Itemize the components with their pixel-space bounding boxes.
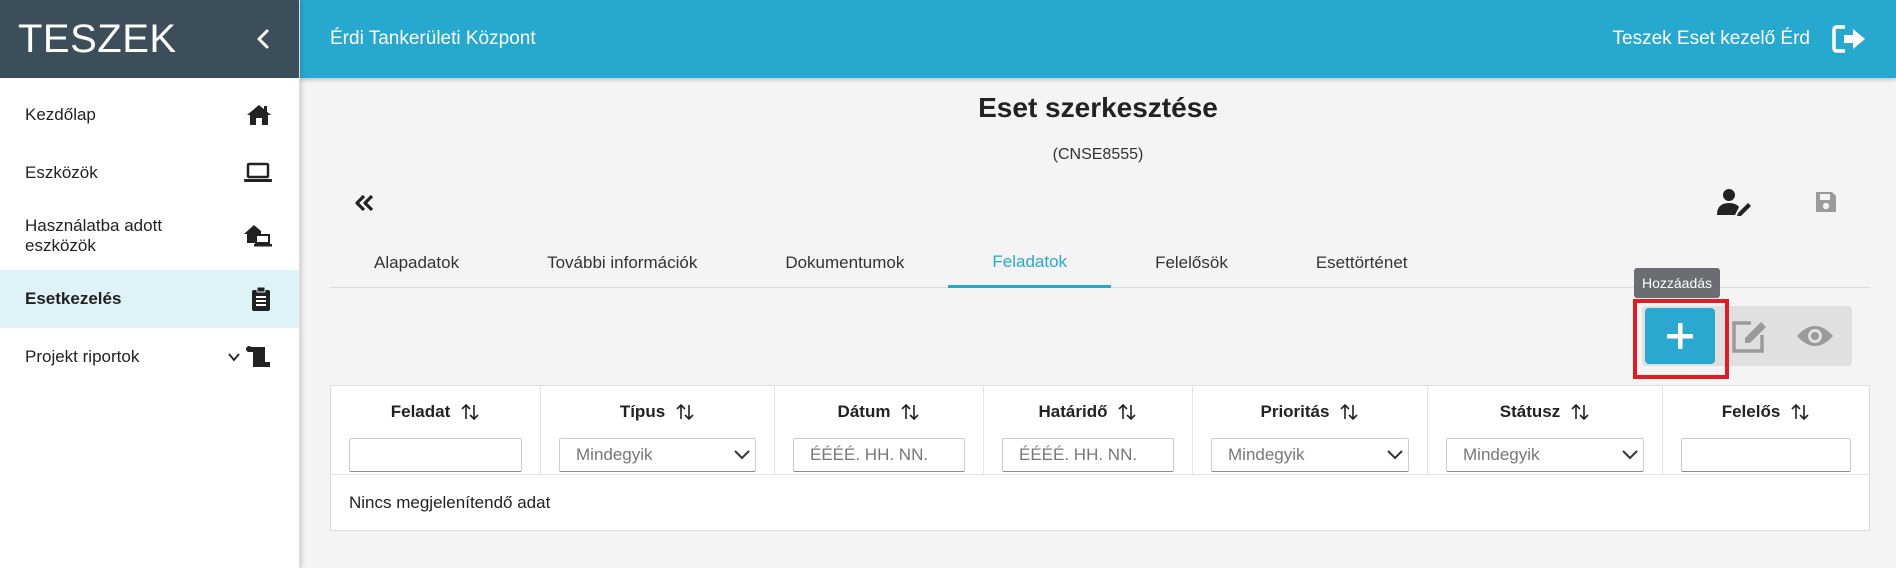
add-tooltip: Hozzáadás (1634, 268, 1721, 298)
select-value: Mindegyik (1463, 445, 1540, 464)
sidebar-item-eszkozok[interactable]: Eszközök (0, 144, 299, 202)
page-title: Eset szerkesztése (978, 92, 1218, 123)
column-header[interactable]: Prioritás (1211, 398, 1409, 426)
clipboard-icon (252, 286, 270, 311)
sort-icon[interactable] (900, 402, 920, 422)
main-content: Eset szerkesztése (CNSE8555) Alapadatok … (300, 78, 1896, 568)
add-button[interactable] (1645, 308, 1715, 364)
column-datum: Dátum ÉÉÉÉ. HH. NN. (775, 386, 984, 474)
column-feladat: Feladat (331, 386, 541, 474)
logout-icon (1832, 25, 1865, 53)
nav-right (227, 344, 273, 370)
column-prioritas: Prioritás Mindegyik (1193, 386, 1428, 474)
top-bar: Érdi Tankerületi Központ Teszek Eset kez… (300, 0, 1896, 78)
filter-tipus-select[interactable]: Mindegyik (559, 438, 756, 472)
column-statusz: Státusz Mindegyik (1428, 386, 1663, 474)
filter-prioritas-select[interactable]: Mindegyik (1211, 438, 1409, 472)
filter-felelos-input[interactable] (1681, 438, 1851, 472)
edit-button[interactable] (1726, 313, 1772, 359)
column-header[interactable]: Státusz (1446, 398, 1644, 426)
tab-tovabbi-informaciok[interactable]: További információk (503, 238, 741, 288)
filter-hatarido-input[interactable]: ÉÉÉÉ. HH. NN. (1002, 438, 1174, 472)
case-id: (CNSE8555) (1052, 146, 1144, 163)
column-title: Felelős (1721, 402, 1781, 421)
column-header[interactable]: Típus (559, 398, 756, 426)
user-name: Teszek Eset kezelő Érd (1612, 28, 1810, 49)
select-value: Mindegyik (1228, 445, 1305, 464)
chevron-down-icon (1622, 450, 1638, 460)
sidebar: TESZEK Kezdőlap Eszközök Használatba ado… (0, 0, 300, 568)
sort-icon[interactable] (1339, 402, 1359, 422)
chevron-down-icon (228, 353, 240, 362)
sidebar-nav: Kezdőlap Eszközök Használatba adott eszk… (0, 78, 299, 386)
eye-icon (1797, 326, 1833, 346)
brand-title: TESZEK (18, 16, 177, 61)
column-title: Dátum (837, 402, 891, 421)
collapse-sidebar-button[interactable] (245, 21, 281, 57)
home-icon (247, 105, 271, 125)
tasks-grid: Feladat Típus Mindegyik Dátum ÉÉÉÉ. HH. … (330, 385, 1870, 531)
sidebar-item-label: Használatba adott eszközök (25, 216, 163, 255)
filter-statusz-select[interactable]: Mindegyik (1446, 438, 1644, 472)
tab-feladatok[interactable]: Feladatok (948, 238, 1112, 288)
double-chevron-left-icon (355, 194, 374, 212)
grid-header-row: Feladat Típus Mindegyik Dátum ÉÉÉÉ. HH. … (331, 386, 1869, 475)
scroll-icon (246, 346, 270, 367)
sidebar-item-label: Eszközök (25, 163, 98, 182)
sidebar-item-label: Projekt riportok (25, 347, 140, 366)
view-button[interactable] (1792, 313, 1838, 359)
tab-alapadatok[interactable]: Alapadatok (330, 238, 503, 288)
organization-title: Érdi Tankerületi Központ (330, 28, 536, 49)
plus-icon (1667, 323, 1693, 349)
column-title: Státusz (1499, 402, 1561, 421)
sort-icon[interactable] (675, 402, 695, 422)
column-header[interactable]: Dátum (793, 398, 965, 426)
column-felelos: Felelős (1663, 386, 1869, 474)
filter-feladat-input[interactable] (349, 438, 522, 472)
column-header[interactable]: Feladat (349, 398, 522, 426)
assign-user-button[interactable] (1714, 184, 1754, 220)
brand-header: TESZEK (0, 0, 299, 78)
column-title: Prioritás (1260, 402, 1330, 421)
sort-icon[interactable] (1790, 402, 1810, 422)
laptop-icon (244, 162, 272, 182)
column-title: Határidő (1038, 402, 1108, 421)
select-value: Mindegyik (576, 445, 653, 464)
column-tipus: Típus Mindegyik (541, 386, 775, 474)
edit-icon (1732, 321, 1766, 353)
sidebar-item-projekt-riportok[interactable]: Projekt riportok (0, 328, 299, 386)
sidebar-item-kezdolap[interactable]: Kezdőlap (0, 86, 299, 144)
tab-dokumentumok[interactable]: Dokumentumok (741, 238, 948, 288)
sidebar-item-label: Kezdőlap (25, 105, 96, 124)
column-header[interactable]: Határidő (1002, 398, 1174, 426)
save-icon (1816, 192, 1836, 212)
chevron-left-icon (257, 29, 269, 49)
column-hatarido: Határidő ÉÉÉÉ. HH. NN. (984, 386, 1193, 474)
user-edit-icon (1717, 189, 1751, 216)
chevron-down-icon (1387, 450, 1403, 460)
sidebar-item-hasznalatba-adott[interactable]: Használatba adott eszközök (0, 202, 299, 270)
save-button[interactable] (1808, 184, 1844, 220)
column-title: Feladat (390, 402, 451, 421)
column-header[interactable]: Felelős (1681, 398, 1851, 426)
sort-icon[interactable] (1117, 402, 1137, 422)
sort-icon[interactable] (1570, 402, 1590, 422)
filter-datum-input[interactable]: ÉÉÉÉ. HH. NN. (793, 438, 965, 472)
sidebar-item-label: Esetkezelés (25, 289, 122, 308)
tab-esettortenet[interactable]: Esettörténet (1272, 238, 1452, 288)
logout-button[interactable] (1832, 24, 1868, 54)
house-laptop-icon (244, 225, 272, 247)
sidebar-item-esetkezeles[interactable]: Esetkezelés (0, 270, 299, 328)
back-button[interactable] (350, 188, 380, 218)
user-area: Teszek Eset kezelő Érd (1613, 24, 1868, 54)
sort-icon[interactable] (460, 402, 480, 422)
tab-felelosok[interactable]: Felelősök (1111, 238, 1272, 288)
empty-message: Nincs megjelenítendő adat (349, 492, 551, 512)
column-title: Típus (619, 402, 666, 421)
chevron-down-icon (734, 450, 750, 460)
